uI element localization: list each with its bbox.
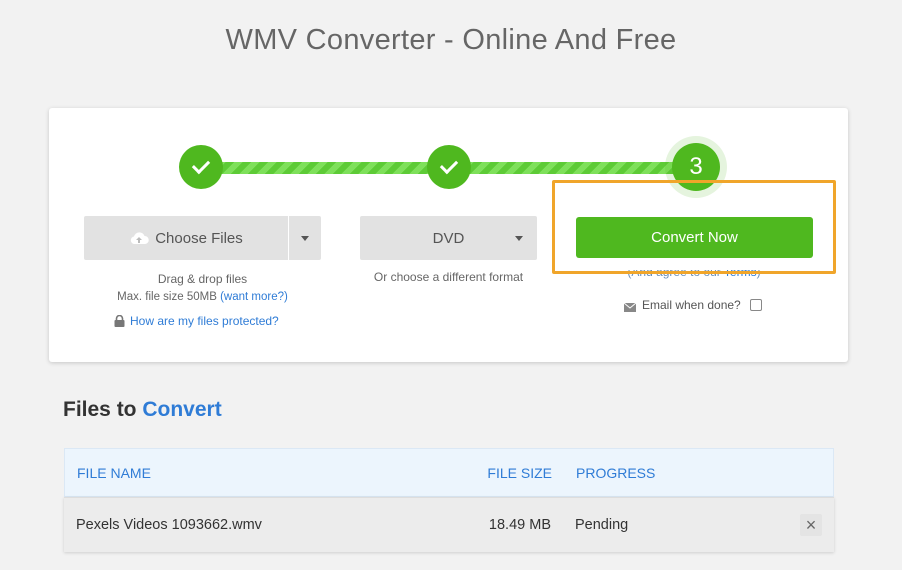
envelope-icon [623, 301, 637, 312]
chevron-down-icon [515, 235, 523, 241]
want-more-link[interactable]: (want more?) [220, 291, 288, 303]
step-3-indicator: 3 [672, 143, 720, 191]
progress-bar-step-2-3 [457, 162, 697, 174]
page-title: WMV Converter - Online And Free [225, 24, 677, 56]
choose-files-main[interactable]: Choose Files [84, 216, 288, 260]
converter-card: 3 Choose Files Drag & drop files Max. fi… [49, 108, 848, 362]
files-title-prefix: Files to [63, 398, 143, 421]
agree-prefix: (And agree to our [627, 270, 724, 279]
step-1-complete-icon [179, 145, 223, 189]
checkmark-icon [439, 155, 459, 175]
email-when-done-checkbox[interactable] [749, 299, 762, 311]
format-select[interactable]: DVD [360, 216, 537, 260]
files-table-header: FILE NAME FILE SIZE PROGRESS [64, 448, 834, 497]
file-size-cell: 18.49 MB [488, 517, 551, 533]
step-2-complete-icon [427, 145, 471, 189]
convert-now-button[interactable]: Convert Now [576, 217, 813, 258]
chevron-down-icon [301, 235, 309, 241]
format-hint: Or choose a different format [373, 270, 524, 284]
terms-link[interactable]: Terms [724, 270, 757, 279]
progress-cell: Pending [575, 517, 629, 533]
max-size-hint: Max. file size 50MB (want more?) [84, 291, 321, 303]
max-size-text: Max. file size 50MB [117, 291, 221, 303]
column-header-file-size: FILE SIZE [487, 464, 552, 481]
files-protected-label: How are my files protected? [130, 314, 279, 328]
agree-suffix: ) [756, 270, 761, 279]
file-name-cell: Pexels Videos 1093662.wmv [76, 517, 262, 533]
choose-files-dropdown-toggle[interactable] [288, 216, 321, 260]
table-row: Pexels Videos 1093662.wmv 18.49 MB Pendi… [64, 497, 834, 552]
terms-agreement: (And agree to our Terms) [589, 270, 799, 282]
files-section-title: Files to Convert [63, 398, 222, 422]
files-title-accent: Convert [142, 398, 222, 421]
files-protected-link[interactable]: How are my files protected? [114, 314, 279, 328]
email-when-done: Email when done? [623, 298, 762, 312]
checkmark-icon [191, 155, 211, 175]
cloud-upload-icon [129, 231, 149, 245]
column-header-file-name: FILE NAME [77, 464, 151, 481]
progress-bar-step-1-2 [209, 162, 439, 174]
choose-files-label: Choose Files [155, 229, 243, 247]
format-selected-value: DVD [432, 229, 465, 247]
lock-icon [114, 314, 125, 327]
drag-drop-hint: Drag & drop files [157, 272, 248, 286]
files-table: FILE NAME FILE SIZE PROGRESS Pexels Vide… [64, 448, 834, 552]
column-header-progress: PROGRESS [576, 464, 656, 481]
remove-file-button[interactable]: × [800, 514, 822, 536]
email-when-done-label: Email when done? [642, 298, 741, 312]
choose-files-button[interactable]: Choose Files [84, 216, 321, 260]
